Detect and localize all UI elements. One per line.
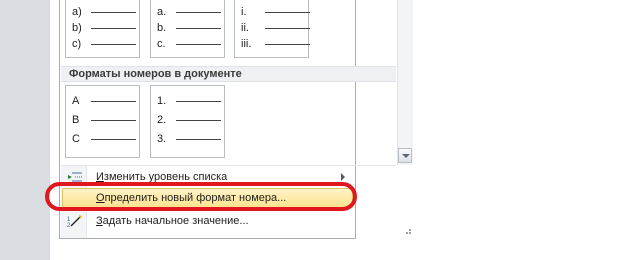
annotation-highlight-ellipse — [45, 182, 357, 211]
menu-item-set-numbering-value[interactable]: 1 2 Задать начальное значение... — [62, 211, 353, 231]
list-item: c. — [157, 37, 221, 51]
numbering-format-uppercase-letters[interactable]: A B C — [65, 85, 140, 158]
list-item: i. — [241, 5, 310, 19]
list-item: 3. — [157, 132, 221, 146]
list-item: A — [72, 94, 136, 108]
resize-grip-icon[interactable] — [402, 228, 412, 236]
gallery-scrollbar[interactable] — [397, 0, 413, 165]
svg-text:2: 2 — [67, 223, 71, 228]
list-item: 2. — [157, 113, 221, 127]
accelerator-key: З — [96, 215, 103, 227]
numbering-format-letters-paren[interactable]: a) b) c) — [65, 0, 140, 58]
submenu-arrow-icon — [341, 173, 345, 181]
numbering-format-letters-dot[interactable]: a. b. c. — [150, 0, 225, 58]
list-item: B — [72, 113, 136, 127]
chevron-down-icon — [402, 154, 410, 158]
section-header-document-formats: Форматы номеров в документе — [61, 66, 396, 82]
numbering-library-gallery: a) b) c) a. b. c. i. ii. iii. Форматы но… — [60, 0, 396, 165]
document-left-margin — [0, 0, 50, 260]
list-item: b) — [72, 21, 136, 35]
divider — [61, 165, 396, 166]
list-item: a) — [72, 5, 136, 19]
list-item: iii. — [241, 37, 310, 51]
list-item: c) — [72, 37, 136, 51]
list-item: 1. — [157, 94, 221, 108]
numbering-format-roman[interactable]: i. ii. iii. — [234, 0, 310, 58]
list-item: C — [72, 132, 136, 146]
menu-item-label: адать начальное значение... — [102, 215, 249, 227]
list-item: a. — [157, 5, 221, 19]
gallery-scroll-down-button[interactable] — [398, 148, 412, 163]
list-item: b. — [157, 21, 221, 35]
set-numbering-value-icon: 1 2 — [67, 215, 82, 228]
list-item: ii. — [241, 21, 310, 35]
numbering-format-arabic-numbers[interactable]: 1. 2. 3. — [150, 85, 225, 158]
